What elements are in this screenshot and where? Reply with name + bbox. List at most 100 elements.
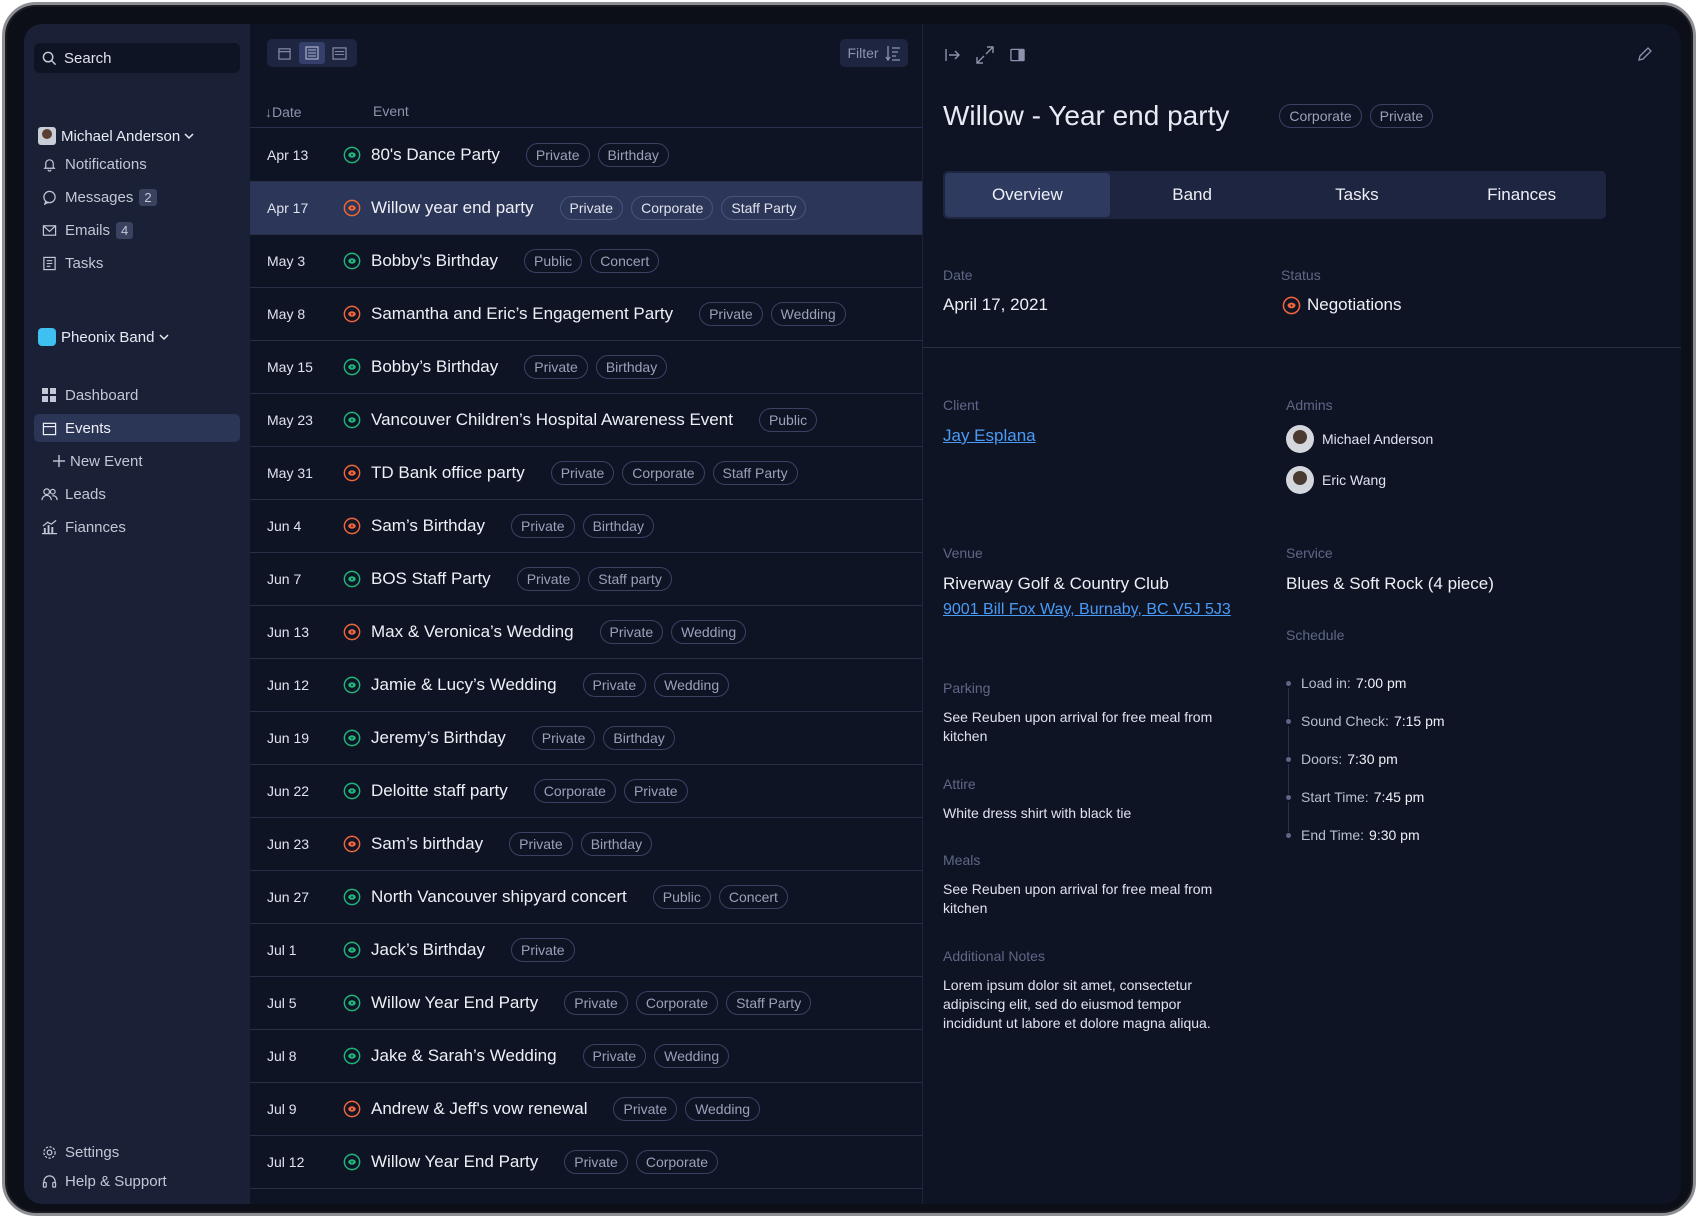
event-date: Jul 9 (267, 1101, 297, 1117)
table-row[interactable]: Apr 17 Willow year end party Private Corpor… (250, 182, 922, 235)
tab-band[interactable]: Band (1110, 173, 1275, 217)
event-title-cell: Sam’s birthday Private Birthday (371, 832, 660, 856)
split-view-button[interactable] (1007, 46, 1027, 64)
status-value: Negotiations (1282, 295, 1402, 315)
chat-icon (42, 190, 56, 205)
nav-emails[interactable]: Emails 4 (34, 216, 240, 244)
parking-value: See Reuben upon arrival for free meal fr… (943, 709, 1213, 744)
avatar (1286, 466, 1314, 494)
event-date: Apr 17 (267, 200, 309, 216)
table-row[interactable]: May 31 TD Bank office party Private Corpora… (250, 447, 922, 500)
edit-button[interactable] (1637, 46, 1653, 67)
event-column-header[interactable]: Event (373, 103, 409, 119)
tag-chip: Corporate (1279, 104, 1362, 128)
section-divider (923, 347, 1681, 348)
table-row[interactable]: Jun 27 North Vancouver shipyard concert Pu… (250, 871, 922, 924)
tab-tasks[interactable]: Tasks (1275, 173, 1440, 217)
user-menu[interactable]: Michael Anderson (38, 127, 195, 145)
nav-help[interactable]: Help & Support (34, 1167, 240, 1195)
status-green-icon (343, 888, 361, 906)
expand-button[interactable] (975, 46, 995, 64)
event-name: Jeremy’s Birthday (371, 728, 506, 747)
nav-label: Messages (65, 188, 134, 206)
nav-finances[interactable]: Fiannces (34, 513, 240, 541)
nav-settings[interactable]: Settings (34, 1138, 240, 1166)
nav-messages[interactable]: Messages 2 (34, 183, 240, 211)
admin-item[interactable]: Eric Wang (1286, 466, 1386, 494)
tag-chip: Wedding (770, 302, 846, 326)
table-row[interactable]: Jun 19 Jeremy’s Birthday Private Birthday (250, 712, 922, 765)
search-icon (42, 51, 57, 65)
tag-chip: Private (511, 514, 575, 538)
tag-chip: Private (564, 991, 628, 1015)
attire-label: Attire (943, 776, 976, 792)
table-row[interactable]: Apr 13 80's Dance Party Private Birthday (250, 129, 922, 182)
detail-tabs: Overview Band Tasks Finances (943, 171, 1606, 219)
venue-address-link[interactable]: 9001 Bill Fox Way, Burnaby, BC V5J 5J3 (943, 601, 1231, 619)
date-column-header[interactable]: ↓Date (265, 104, 302, 120)
search-input[interactable]: Search (34, 43, 240, 73)
table-row[interactable]: Jul 1 Jack’s Birthday Private (250, 924, 922, 977)
tag-chip: Wedding (654, 673, 730, 697)
event-name: Vancouver Children’s Hospital Awareness … (371, 410, 733, 429)
nav-leads[interactable]: Leads (34, 480, 240, 508)
table-row[interactable]: Jul 8 Jake & Sarah’s Wedding Private Weddin… (250, 1030, 922, 1083)
event-tags: Public (758, 408, 825, 432)
event-date: May 31 (267, 465, 313, 481)
event-tags: Private Corporate Staff Party (550, 461, 806, 485)
tab-finances[interactable]: Finances (1439, 173, 1604, 217)
table-row[interactable]: Jun 23 Sam’s birthday Private Birthday (250, 818, 922, 871)
nav-dashboard[interactable]: Dashboard (34, 381, 240, 409)
event-title-cell: 80's Dance Party Private Birthday (371, 143, 677, 167)
table-row[interactable]: Jun 22 Deloitte staff party Corporate Priva… (250, 765, 922, 818)
band-switcher[interactable]: Pheonix Band (38, 328, 170, 346)
nav-events[interactable]: Events (34, 414, 240, 442)
table-row[interactable]: Jul 5 Willow Year End Party Private Corpora… (250, 977, 922, 1030)
event-tags: Private Corporate Staff Party (559, 196, 815, 220)
client-link[interactable]: Jay Esplana (943, 426, 1036, 446)
detail-view-button[interactable] (326, 42, 352, 64)
table-row[interactable]: Jun 7 BOS Staff Party Private Staff party (250, 553, 922, 606)
event-title-cell: TD Bank office party Private Corporate Staf… (371, 461, 806, 485)
tag-chip: Private (511, 938, 575, 962)
nav-new-event[interactable]: New Event (34, 447, 240, 475)
event-date: Jun 12 (267, 677, 310, 693)
calendar-view-button[interactable] (272, 42, 298, 64)
list-icon (305, 46, 319, 60)
schedule-list: Load in: 7:00 pm Sound Check: 7:15 pm Doors:… (1286, 664, 1445, 854)
status-green-icon (343, 676, 361, 694)
notes-label: Additional Notes (943, 948, 1045, 964)
schedule-time: 7:30 pm (1347, 751, 1398, 767)
status-orange-icon (343, 305, 361, 323)
tag-chip: Private (559, 196, 624, 220)
filter-button[interactable]: Filter (840, 39, 908, 67)
tag-chip: Staff Party (712, 461, 798, 485)
nav-tasks[interactable]: Tasks (34, 249, 240, 277)
table-row[interactable]: Jun 4 Sam’s Birthday Private Birthday (250, 500, 922, 553)
gear-icon (42, 1145, 56, 1159)
collapse-panel-button[interactable] (943, 46, 963, 64)
schedule-key: End Time: (1301, 827, 1365, 843)
tab-overview[interactable]: Overview (945, 173, 1110, 217)
event-name: Deloitte staff party (371, 781, 508, 800)
tag-chip: Public (652, 885, 711, 909)
table-row[interactable]: Jun 13 Max & Veronica’s Wedding Private Wed… (250, 606, 922, 659)
event-tags: Private (511, 938, 583, 962)
table-row[interactable]: May 3 Bobby's Birthday Public Concert (250, 235, 922, 288)
main-nav: Notifications Messages 2 Emails 4 Tasks (34, 150, 240, 282)
event-title-cell: Bobby’s Birthday Private Birthday (371, 355, 675, 379)
table-row[interactable]: Jul 9 Andrew & Jeff's vow renewal Private W… (250, 1083, 922, 1136)
table-row[interactable]: Jul 12 Willow Year End Party Private Corpor… (250, 1136, 922, 1189)
event-date: Jun 22 (267, 783, 310, 799)
list-view-button[interactable] (298, 42, 325, 64)
table-row[interactable]: May 15 Bobby’s Birthday Private Birthday (250, 341, 922, 394)
table-row[interactable]: May 23 Vancouver Children’s Hospital Awar… (250, 394, 922, 447)
tag-chip: Birthday (582, 514, 654, 538)
admin-item[interactable]: Michael Anderson (1286, 425, 1433, 453)
chart-icon (41, 519, 57, 535)
event-title-cell: BOS Staff Party Private Staff party (371, 567, 680, 591)
band-name: Pheonix Band (61, 328, 155, 346)
table-row[interactable]: Jun 12 Jamie & Lucy’s Wedding Private Weddi… (250, 659, 922, 712)
table-row[interactable]: May 8 Samantha and Eric’s Engagement Part… (250, 288, 922, 341)
nav-notifications[interactable]: Notifications (34, 150, 240, 178)
